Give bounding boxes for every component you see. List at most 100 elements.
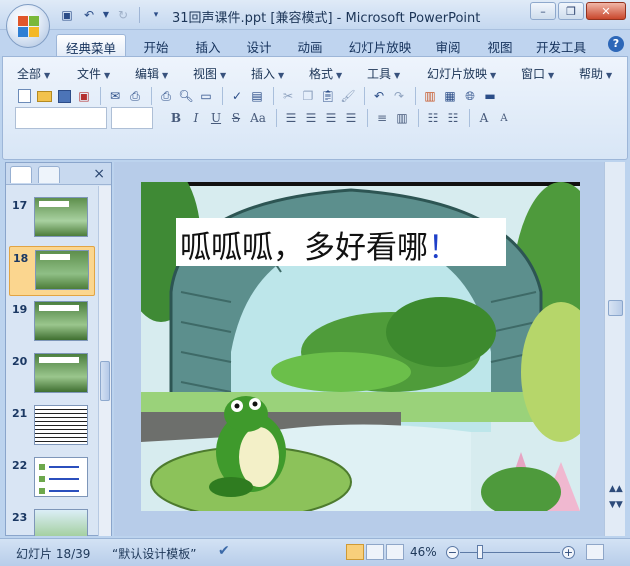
- bold-button[interactable]: B: [167, 109, 185, 127]
- previous-slide-icon[interactable]: ▲▲: [609, 484, 623, 494]
- underline-button[interactable]: U: [207, 109, 225, 127]
- ribbon-tabs: 经典菜单 开始 插入 设计 动画 幻灯片放映 审阅 视图 开发工具 ?: [0, 30, 630, 56]
- zoom-level[interactable]: 46%: [410, 545, 437, 559]
- hyperlink-icon[interactable]: 🌐︎: [461, 87, 479, 105]
- slideshow-view-button[interactable]: [386, 544, 404, 560]
- slide-thumbnail[interactable]: 17: [9, 194, 95, 244]
- undo-dropdown-icon[interactable]: ▼: [102, 6, 110, 23]
- menu-all[interactable]: 全部 ▼: [17, 65, 50, 82]
- font-size-select[interactable]: [111, 107, 153, 129]
- tab-animations[interactable]: 动画: [288, 34, 332, 56]
- next-slide-icon[interactable]: ▼▼: [609, 500, 623, 510]
- paste-icon[interactable]: 📋︎: [319, 87, 337, 105]
- slide-scrollbar[interactable]: ▲▲ ▼▼: [604, 162, 625, 536]
- align-center-icon[interactable]: ☰: [302, 109, 320, 127]
- slide-layout-icon[interactable]: ▬: [481, 87, 499, 105]
- copy-icon[interactable]: ❐: [299, 87, 317, 105]
- save-icon[interactable]: [55, 87, 73, 105]
- grow-font-button[interactable]: A: [475, 109, 493, 127]
- undo-icon[interactable]: ↶: [80, 6, 98, 23]
- menu-help[interactable]: 帮助 ▼: [579, 65, 612, 82]
- outline-tab[interactable]: [38, 166, 60, 183]
- permission-icon[interactable]: ▣: [75, 87, 93, 105]
- tab-review[interactable]: 审阅: [426, 34, 470, 56]
- zoom-out-icon[interactable]: −: [446, 546, 459, 559]
- publish-icon[interactable]: ⎙: [126, 87, 144, 105]
- office-button[interactable]: [6, 4, 50, 48]
- slides-scrollbar[interactable]: [98, 186, 111, 536]
- menu-edit[interactable]: 编辑 ▼: [135, 65, 168, 82]
- slide-thumbnail[interactable]: 20: [9, 350, 95, 400]
- email-icon[interactable]: ✉: [106, 87, 124, 105]
- zoom-in-icon[interactable]: +: [562, 546, 575, 559]
- menu-tools[interactable]: 工具 ▼: [367, 65, 400, 82]
- tab-view[interactable]: 视图: [478, 34, 522, 56]
- undo-icon[interactable]: ↶: [370, 87, 388, 105]
- spelling-icon[interactable]: ✓: [228, 87, 246, 105]
- shrink-font-button[interactable]: A: [495, 109, 513, 127]
- menu-file[interactable]: 文件 ▼: [77, 65, 110, 82]
- title-bar: ▣ ↶ ▼ ↻ ▾ 31回声课件.ppt [兼容模式] - Microsoft …: [0, 0, 630, 30]
- close-panel-icon[interactable]: ×: [93, 166, 105, 182]
- restore-button[interactable]: ❐: [558, 2, 584, 20]
- menu-window[interactable]: 窗口 ▼: [521, 65, 554, 82]
- tab-design[interactable]: 设计: [237, 34, 281, 56]
- research-icon[interactable]: ▭: [197, 87, 215, 105]
- redo-icon[interactable]: ↷: [390, 87, 408, 105]
- redo-icon[interactable]: ↻: [114, 6, 132, 23]
- slide-thumbnail[interactable]: 21: [9, 402, 95, 452]
- justify-icon[interactable]: ☰: [342, 109, 360, 127]
- menu-format[interactable]: 格式 ▼: [309, 65, 342, 82]
- table-icon[interactable]: ▦: [441, 87, 459, 105]
- tab-insert[interactable]: 插入: [186, 34, 230, 56]
- slide-thumbnail[interactable]: 22: [9, 454, 95, 504]
- scrollbar-thumb[interactable]: [100, 361, 110, 401]
- window-controls: – ❐ ✕: [530, 2, 626, 20]
- new-file-icon[interactable]: [15, 87, 33, 105]
- scrollbar-thumb[interactable]: [608, 300, 623, 316]
- line-spacing-icon[interactable]: ≡: [373, 109, 391, 127]
- strikethrough-button[interactable]: S: [227, 109, 245, 127]
- tab-home[interactable]: 开始: [134, 34, 178, 56]
- close-icon: ✕: [601, 4, 611, 18]
- cut-icon[interactable]: ✂: [279, 87, 297, 105]
- menu-insert[interactable]: 插入 ▼: [251, 65, 284, 82]
- slide-sorter-view-button[interactable]: [366, 544, 384, 560]
- menu-view[interactable]: 视图 ▼: [193, 65, 226, 82]
- bullets-icon[interactable]: ☷: [444, 109, 462, 127]
- fit-to-window-icon[interactable]: [586, 544, 604, 560]
- italic-button[interactable]: I: [187, 109, 205, 127]
- numbering-icon[interactable]: ☷: [424, 109, 442, 127]
- slide-thumbnail[interactable]: 23: [9, 506, 95, 536]
- zoom-slider-knob[interactable]: [477, 545, 483, 559]
- print-preview-icon[interactable]: 🔍︎: [177, 87, 195, 105]
- print-icon[interactable]: ⎙: [157, 87, 175, 105]
- align-left-icon[interactable]: ☰: [282, 109, 300, 127]
- thesaurus-icon[interactable]: ▤: [248, 87, 266, 105]
- zoom-slider[interactable]: [460, 552, 560, 553]
- tab-developer[interactable]: 开发工具: [530, 34, 592, 56]
- font-name-select[interactable]: [15, 107, 107, 129]
- columns-icon[interactable]: ▥: [393, 109, 411, 127]
- save-icon[interactable]: ▣: [58, 6, 76, 23]
- customize-qat-icon[interactable]: ▾: [147, 6, 165, 23]
- help-icon[interactable]: ?: [608, 36, 624, 52]
- slide-title-box[interactable]: 呱呱呱，多好看哪！: [176, 218, 506, 266]
- menu-slideshow[interactable]: 幻灯片放映 ▼: [427, 65, 496, 82]
- spell-check-icon[interactable]: ✔: [218, 543, 230, 559]
- minimize-button[interactable]: –: [530, 2, 556, 20]
- tab-slideshow[interactable]: 幻灯片放映: [344, 34, 416, 56]
- current-slide[interactable]: 呱呱呱，多好看哪！: [141, 182, 580, 511]
- tab-classic-menu[interactable]: 经典菜单: [56, 34, 126, 56]
- change-case-button[interactable]: Aa: [247, 109, 269, 127]
- slides-tab[interactable]: [10, 166, 32, 183]
- close-button[interactable]: ✕: [586, 2, 626, 20]
- normal-view-button[interactable]: [346, 544, 364, 560]
- slide-thumbnail[interactable]: 19: [9, 298, 95, 348]
- chart-icon[interactable]: ▥: [421, 87, 439, 105]
- slide-thumbnail-selected[interactable]: 18: [9, 246, 95, 296]
- align-right-icon[interactable]: ☰: [322, 109, 340, 127]
- open-folder-icon[interactable]: [35, 87, 53, 105]
- thumbnail-title: [39, 201, 69, 207]
- format-painter-icon[interactable]: 🖌︎: [339, 87, 357, 105]
